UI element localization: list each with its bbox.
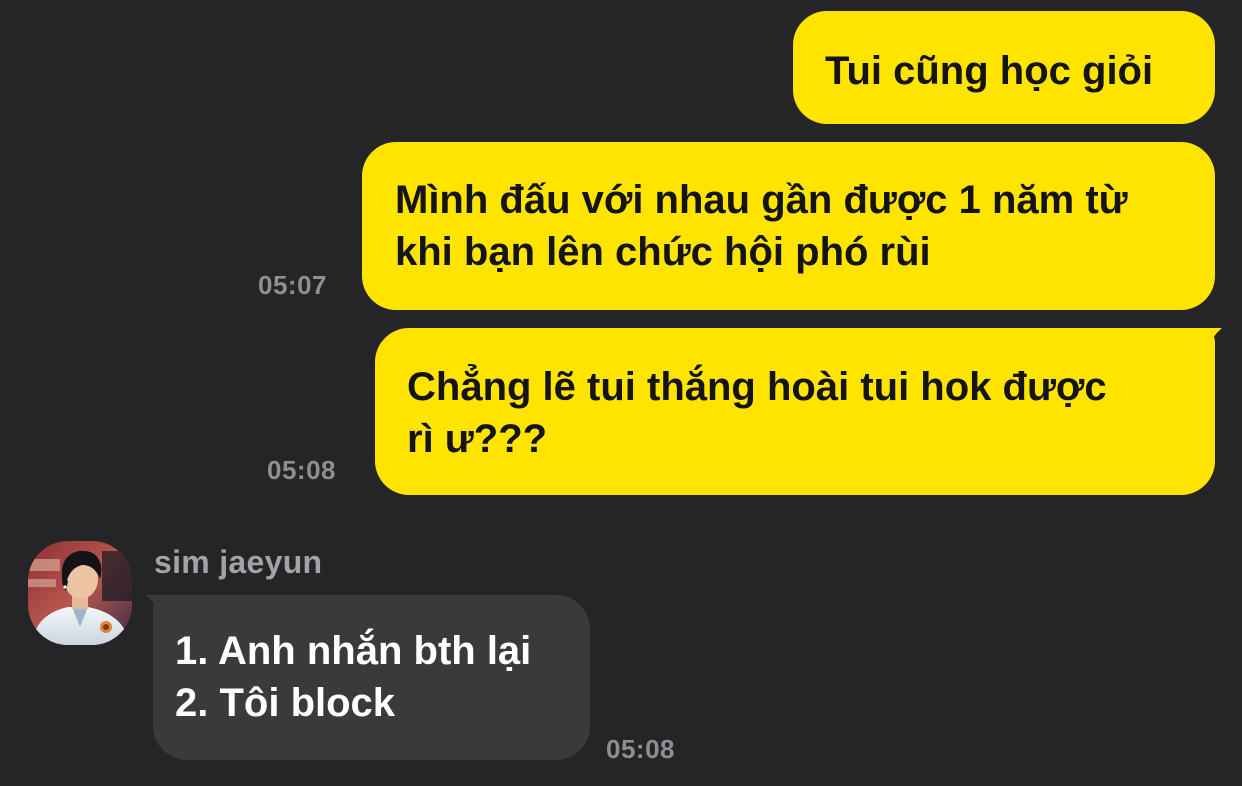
outgoing-message[interactable]: Tui cũng học giỏi: [793, 11, 1215, 124]
outgoing-message[interactable]: Chẳng lẽ tui thắng hoài tui hok được rì …: [375, 328, 1215, 495]
message-timestamp: 05:08: [606, 734, 675, 764]
outgoing-message[interactable]: Mình đấu với nhau gần được 1 năm từ khi …: [362, 142, 1215, 310]
message-text: Mình đấu với nhau gần được 1 năm từ khi …: [395, 178, 1128, 274]
bubble-tail-icon: [1196, 328, 1222, 354]
profile-photo-avatar-icon: [28, 541, 132, 645]
message-text: Tui cũng học giỏi: [825, 49, 1154, 93]
message-text: Chẳng lẽ tui thắng hoài tui hok được rì …: [407, 365, 1107, 461]
avatar[interactable]: [28, 541, 132, 645]
sender-name: sim jaeyun: [154, 544, 323, 580]
message-timestamp: 05:07: [258, 270, 327, 300]
message-text: 1. Anh nhắn bth lại 2. Tôi block: [175, 629, 532, 725]
incoming-message[interactable]: 1. Anh nhắn bth lại 2. Tôi block: [153, 595, 590, 760]
message-timestamp: 05:08: [267, 455, 336, 485]
chat-conversation: Tui cũng học giỏi 05:07 Mình đấu với nha…: [0, 0, 1242, 786]
